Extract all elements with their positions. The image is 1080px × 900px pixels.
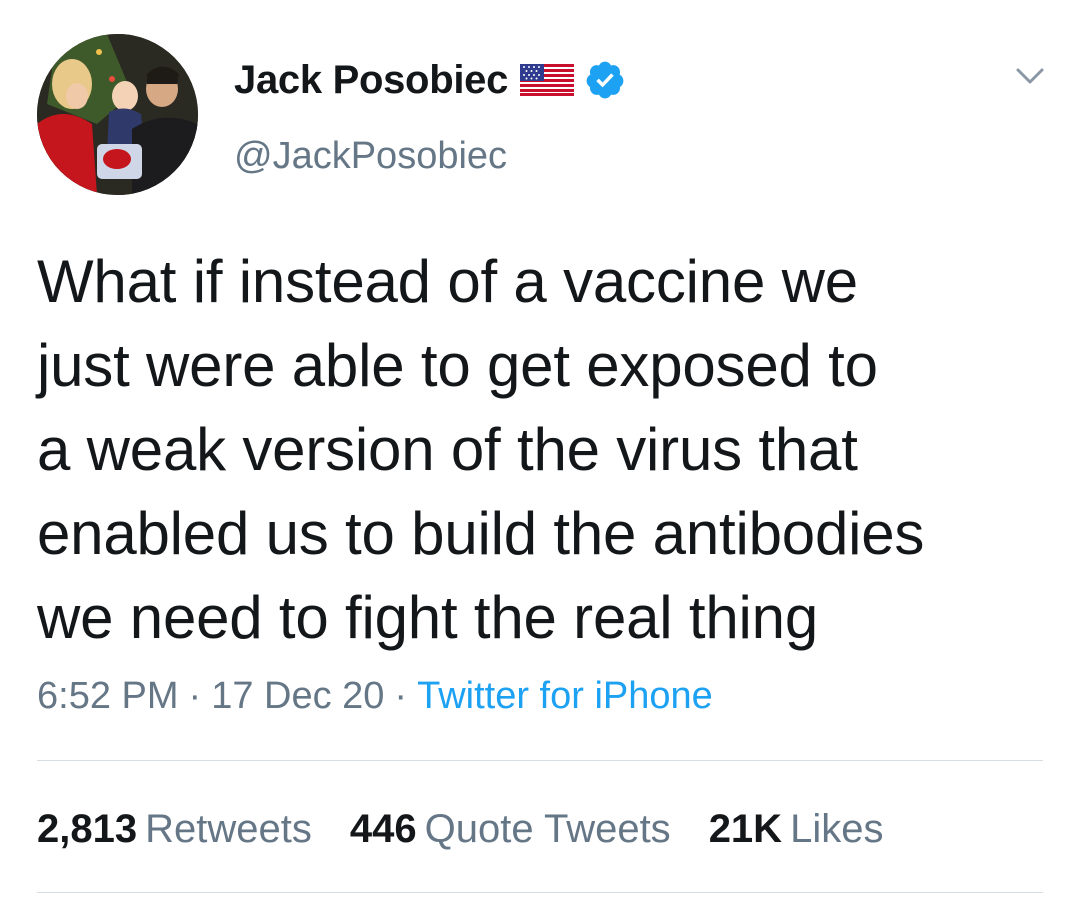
avatar[interactable] <box>37 34 198 195</box>
retweets-count: 2,813 <box>37 807 138 851</box>
avatar-photo <box>37 34 198 195</box>
tweet-text: What if instead of a vaccine we just wer… <box>37 248 925 651</box>
tweet-menu-button[interactable] <box>1010 60 1050 92</box>
meta-separator: · <box>394 675 408 717</box>
likes-label: Likes <box>790 807 884 851</box>
tweet-source-link[interactable]: Twitter for iPhone <box>417 675 713 717</box>
quote-tweets-label: Quote Tweets <box>424 807 671 851</box>
likes-stat[interactable]: 21K Likes <box>709 804 884 854</box>
likes-count: 21K <box>708 807 783 851</box>
divider <box>37 760 1043 761</box>
verified-badge-icon <box>586 61 624 99</box>
chevron-down-icon <box>1016 68 1044 84</box>
retweets-stat[interactable]: 2,813 Retweets <box>37 804 312 854</box>
tweet-stats: 2,813 Retweets 446 Quote Tweets 21K Likes <box>37 804 883 854</box>
quote-tweets-count: 446 <box>349 807 417 851</box>
tweet-date[interactable]: 17 Dec 20 <box>211 675 384 717</box>
us-flag-icon <box>520 64 575 96</box>
quote-tweets-stat[interactable]: 446 Quote Tweets <box>350 804 671 854</box>
meta-separator: · <box>188 675 202 717</box>
author-handle[interactable]: @JackPosobiec <box>234 133 507 179</box>
tweet-time[interactable]: 6:52 PM <box>37 675 179 717</box>
retweets-label: Retweets <box>145 807 312 851</box>
tweet-meta: 6:52 PM · 17 Dec 20 · Twitter for iPhone <box>37 672 713 720</box>
divider <box>37 892 1043 893</box>
author-name-text: Jack Posobiec <box>234 58 509 102</box>
tweet-card: Jack Posobiec @JackPosobiec What if inst… <box>0 0 1080 900</box>
author-name[interactable]: Jack Posobiec <box>234 56 626 104</box>
